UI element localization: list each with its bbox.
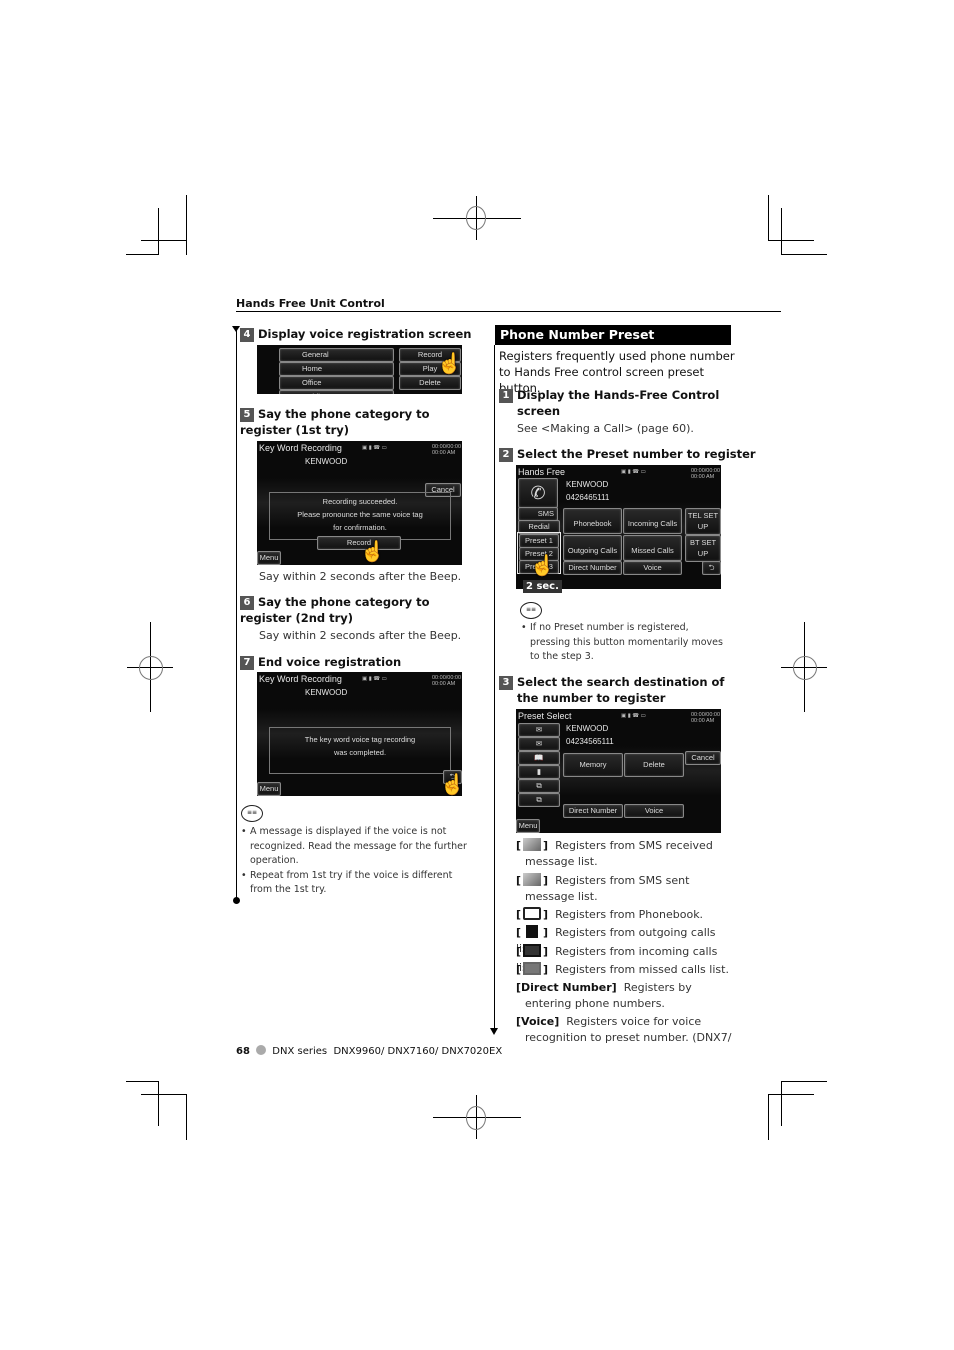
- phonebook-button[interactable]: 📖: [518, 751, 560, 765]
- preset-1-button[interactable]: Preset 1: [519, 534, 559, 548]
- footer-dot-icon: [256, 1045, 267, 1055]
- sms-sent-icon: [523, 873, 542, 886]
- outgoing-calls-icon: [526, 925, 539, 938]
- missed-calls-button[interactable]: ⧉: [518, 793, 560, 807]
- right-step-1-note: See <Making a Call> (page 60).: [517, 422, 694, 435]
- category-home[interactable]: Home: [279, 362, 394, 376]
- legend-sms-received: [] Registers from SMS received message l…: [516, 838, 713, 868]
- legend-sms-sent: [] Registers from SMS sent message list.: [516, 873, 690, 903]
- step-5: 5 Say the phone category to register (1st…: [240, 407, 430, 437]
- footer-series: DNX series: [272, 1046, 328, 1057]
- voice-button[interactable]: Voice: [623, 561, 682, 575]
- flow-end-dot-icon: [233, 897, 240, 904]
- sms-received-button[interactable]: ✉: [518, 723, 560, 737]
- right-step-3: 3 Select the search destination of the nu…: [499, 674, 747, 706]
- voice-button[interactable]: Voice: [624, 804, 684, 818]
- category-general[interactable]: General: [279, 348, 394, 362]
- key-word-recording-screen-1: Key Word Recording KENWOOD 00:00/00:00 0…: [257, 441, 462, 565]
- voice-registration-screen: General Home Office Mobile Record Play D…: [257, 345, 462, 394]
- status-icons: ▣ ▮ ☎ ▭: [362, 676, 387, 682]
- tel-setup-button[interactable]: TEL SET UP: [685, 508, 721, 535]
- category-office[interactable]: Office: [279, 376, 394, 390]
- legend-missed: [] Registers from missed calls list.: [516, 962, 729, 976]
- note-icon: ≡≡: [520, 602, 542, 619]
- flow-arrow-start-icon: [232, 326, 240, 332]
- running-header: Hands Free Unit Control: [236, 297, 385, 310]
- hand-pointer-icon: ☝: [360, 541, 385, 563]
- page-footer: 68 DNX series DNX9960/ DNX7160/ DNX7020E…: [236, 1045, 502, 1058]
- right-step-1: 1 Display the Hands-Free Control screen: [499, 387, 737, 419]
- status-icons: ▣ ▮ ☎ ▭: [621, 469, 646, 475]
- flow-line-right: [494, 345, 495, 1028]
- missed-calls-button[interactable]: Missed Calls: [623, 535, 682, 561]
- incoming-calls-button[interactable]: Incoming Calls: [623, 508, 682, 534]
- legend-phonebook: [] Registers from Phonebook.: [516, 907, 704, 921]
- direct-number-button[interactable]: Direct Number: [563, 804, 623, 818]
- left-notes: A message is displayed if the voice is n…: [241, 825, 471, 898]
- memory-button[interactable]: Memory: [563, 753, 623, 777]
- outgoing-calls-button[interactable]: Outgoing Calls: [563, 535, 622, 561]
- outgoing-calls-button[interactable]: ▮: [518, 765, 560, 779]
- delete-button[interactable]: Delete: [624, 753, 684, 777]
- cancel-button[interactable]: Cancel: [685, 751, 721, 765]
- flow-arrow-continue-icon: [490, 1028, 498, 1035]
- status-icons: ▣ ▮ ☎ ▭: [621, 713, 646, 719]
- preset-select-screen: Preset Select 00:00/00:00 00:00 AM ▣ ▮ ☎…: [516, 709, 721, 833]
- recording-message: Recording succeeded. Please pronounce th…: [269, 492, 451, 540]
- header-rule: [236, 311, 781, 312]
- right-step-2-note: If no Preset number is registered, press…: [521, 621, 726, 665]
- step-4: 4 Display voice registration screen: [240, 326, 471, 342]
- right-step-2: 2 Select the Preset number to register: [499, 446, 756, 462]
- legend-direct-number: [Direct Number] Registers by entering ph…: [516, 981, 692, 1010]
- menu-button[interactable]: Menu: [516, 819, 540, 833]
- step-5-note: Say within 2 seconds after the Beep.: [259, 570, 462, 583]
- handset-button[interactable]: ✆: [518, 478, 558, 508]
- phonebook-icon: [523, 907, 542, 920]
- step-7: 7 End voice registration: [240, 654, 401, 670]
- footer-models: DNX9960/ DNX7160/ DNX7020EX: [333, 1046, 503, 1057]
- completion-message: The key word voice tag recording was com…: [269, 727, 451, 774]
- missed-calls-icon: [523, 962, 542, 975]
- hand-pointer-icon: ☝: [530, 555, 555, 577]
- category-mobile[interactable]: Mobile: [279, 390, 394, 394]
- menu-button[interactable]: Menu: [257, 551, 281, 565]
- status-clock: 00:00/00:00 00:00 AM: [691, 468, 721, 480]
- page-number: 68: [236, 1046, 250, 1057]
- phonebook-button[interactable]: Phonebook: [563, 508, 622, 534]
- return-button[interactable]: ⮌: [702, 561, 721, 575]
- hand-pointer-icon: ☝: [437, 353, 462, 375]
- status-clock: 00:00/00:00 00:00 AM: [691, 712, 721, 724]
- hand-pointer-icon: ☝: [440, 774, 462, 796]
- status-icons: ▣ ▮ ☎ ▭: [362, 445, 387, 451]
- status-clock: 00:00/00:00 00:00 AM: [432, 444, 462, 456]
- delete-button[interactable]: Delete: [399, 376, 461, 390]
- step-6-note: Say within 2 seconds after the Beep.: [259, 629, 462, 642]
- status-clock: 00:00/00:00 00:00 AM: [432, 675, 462, 687]
- sms-sent-button[interactable]: ✉: [518, 737, 560, 751]
- hold-duration-label: 2 sec.: [523, 580, 562, 593]
- direct-number-button[interactable]: Direct Number: [563, 561, 622, 575]
- sms-button[interactable]: SMS: [518, 507, 558, 521]
- section-title-phone-number-preset: Phone Number Preset: [495, 325, 731, 345]
- record-button[interactable]: Record: [317, 536, 401, 550]
- menu-button[interactable]: Menu: [257, 782, 281, 796]
- note-icon: ≡≡: [241, 805, 263, 822]
- step-6: 6 Say the phone category to register (2nd…: [240, 595, 430, 625]
- sms-received-icon: [523, 838, 542, 851]
- legend-voice: [Voice] Registers voice for voice recogn…: [516, 1015, 732, 1044]
- hands-free-screen: Hands Free 00:00/00:00 00:00 AM ▣ ▮ ☎ ▭ …: [516, 465, 721, 589]
- key-word-recording-screen-2: Key Word Recording KENWOOD 00:00/00:00 0…: [257, 672, 462, 796]
- incoming-calls-button[interactable]: ⧉: [518, 779, 560, 793]
- incoming-calls-icon: [523, 944, 542, 957]
- flow-line-left: [236, 330, 237, 900]
- bt-setup-button[interactable]: BT SET UP: [685, 535, 721, 562]
